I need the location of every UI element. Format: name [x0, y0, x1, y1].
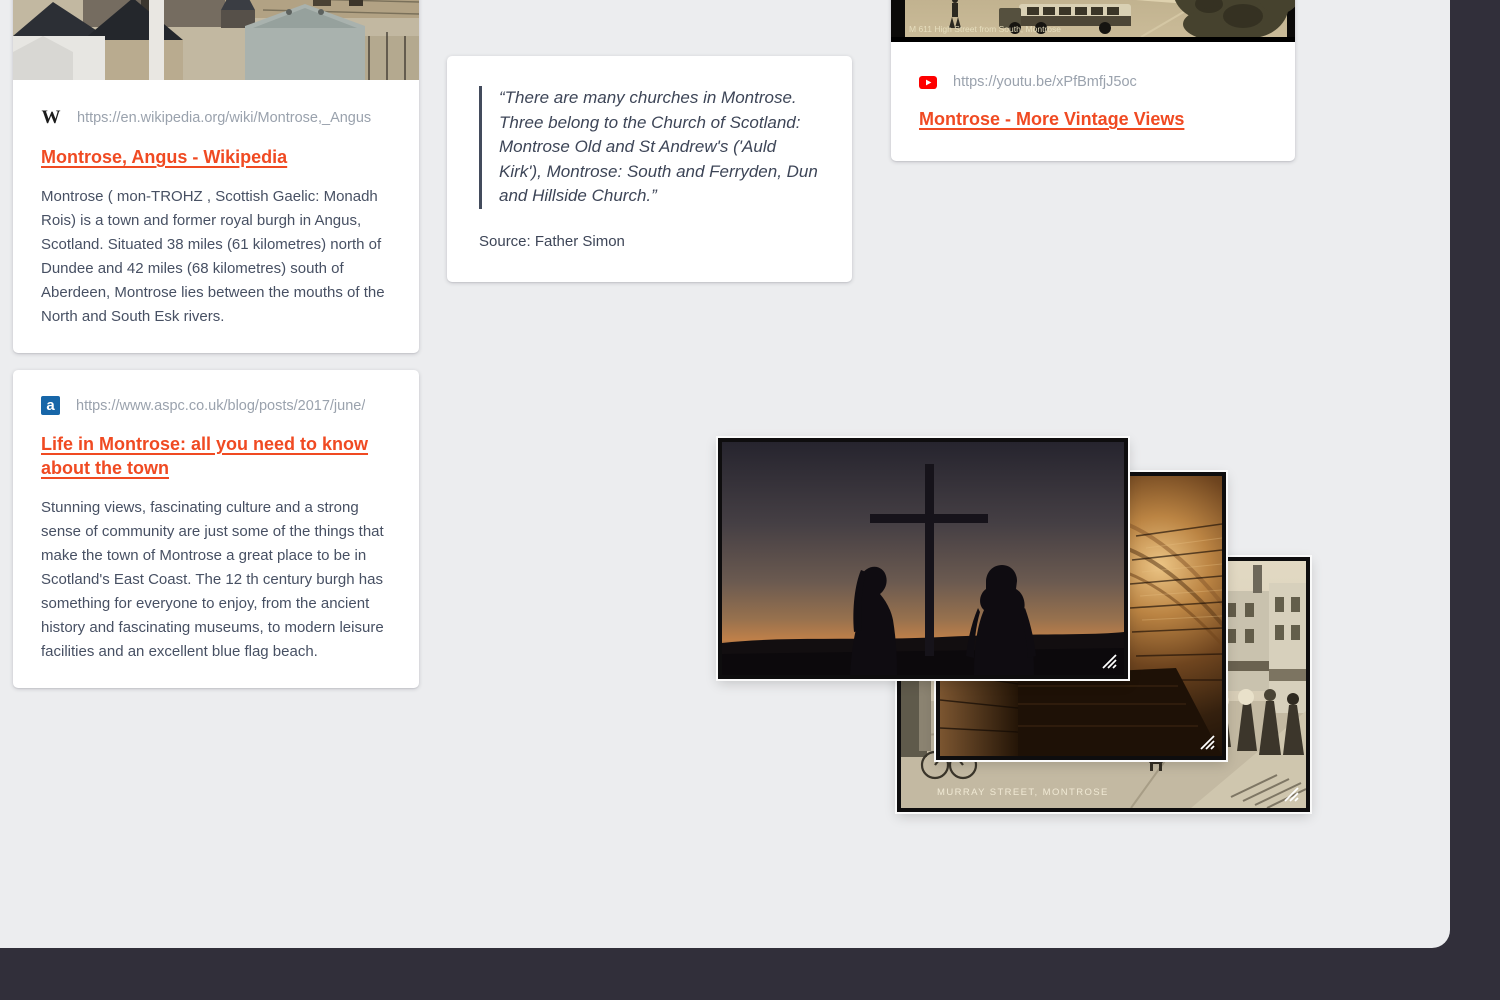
- wikipedia-favicon-icon: W: [41, 108, 61, 128]
- youtube-url: https://youtu.be/xPfBmfjJ5oc: [953, 74, 1137, 90]
- wikipedia-description: Montrose ( mon-TROHZ , Scottish Gaelic: …: [41, 185, 391, 329]
- youtube-thumbnail-caption: M 611 High Street from South, Montrose: [909, 24, 1061, 34]
- quote-card[interactable]: “There are many churches in Montrose. Th…: [447, 56, 852, 282]
- youtube-card[interactable]: M 611 High Street from South, Montrose h…: [891, 0, 1295, 161]
- aspc-link[interactable]: Life in Montrose: all you need to know a…: [41, 432, 385, 480]
- aspc-favicon-icon: a: [41, 396, 60, 415]
- aspc-url: https://www.aspc.co.uk/blog/posts/2017/j…: [76, 398, 365, 414]
- cross-image: [722, 442, 1124, 675]
- wikipedia-url: https://en.wikipedia.org/wiki/Montrose,_…: [77, 110, 371, 126]
- aspc-description: Stunning views, fascinating culture and …: [41, 496, 391, 664]
- canvas-board[interactable]: W https://en.wikipedia.org/wiki/Montrose…: [0, 0, 1450, 948]
- quote-text: “There are many churches in Montrose. Th…: [479, 86, 818, 209]
- resize-handle-icon[interactable]: [1198, 733, 1216, 751]
- youtube-favicon-icon: [919, 76, 937, 89]
- quote-source: Source: Father Simon: [479, 233, 818, 250]
- resize-handle-icon[interactable]: [1100, 652, 1118, 670]
- youtube-link[interactable]: Montrose - More Vintage Views: [919, 107, 1184, 131]
- youtube-card-thumbnail: M 611 High Street from South, Montrose: [891, 0, 1295, 42]
- wikipedia-link[interactable]: Montrose, Angus - Wikipedia: [41, 145, 287, 169]
- cross-photo[interactable]: [718, 438, 1128, 679]
- aspc-card[interactable]: a https://www.aspc.co.uk/blog/posts/2017…: [13, 370, 419, 688]
- resize-handle-icon[interactable]: [1282, 785, 1300, 803]
- wikipedia-card[interactable]: W https://en.wikipedia.org/wiki/Montrose…: [13, 0, 419, 353]
- wikipedia-card-image: [13, 0, 419, 80]
- street-postcard-caption: MURRAY STREET, MONTROSE: [937, 787, 1109, 798]
